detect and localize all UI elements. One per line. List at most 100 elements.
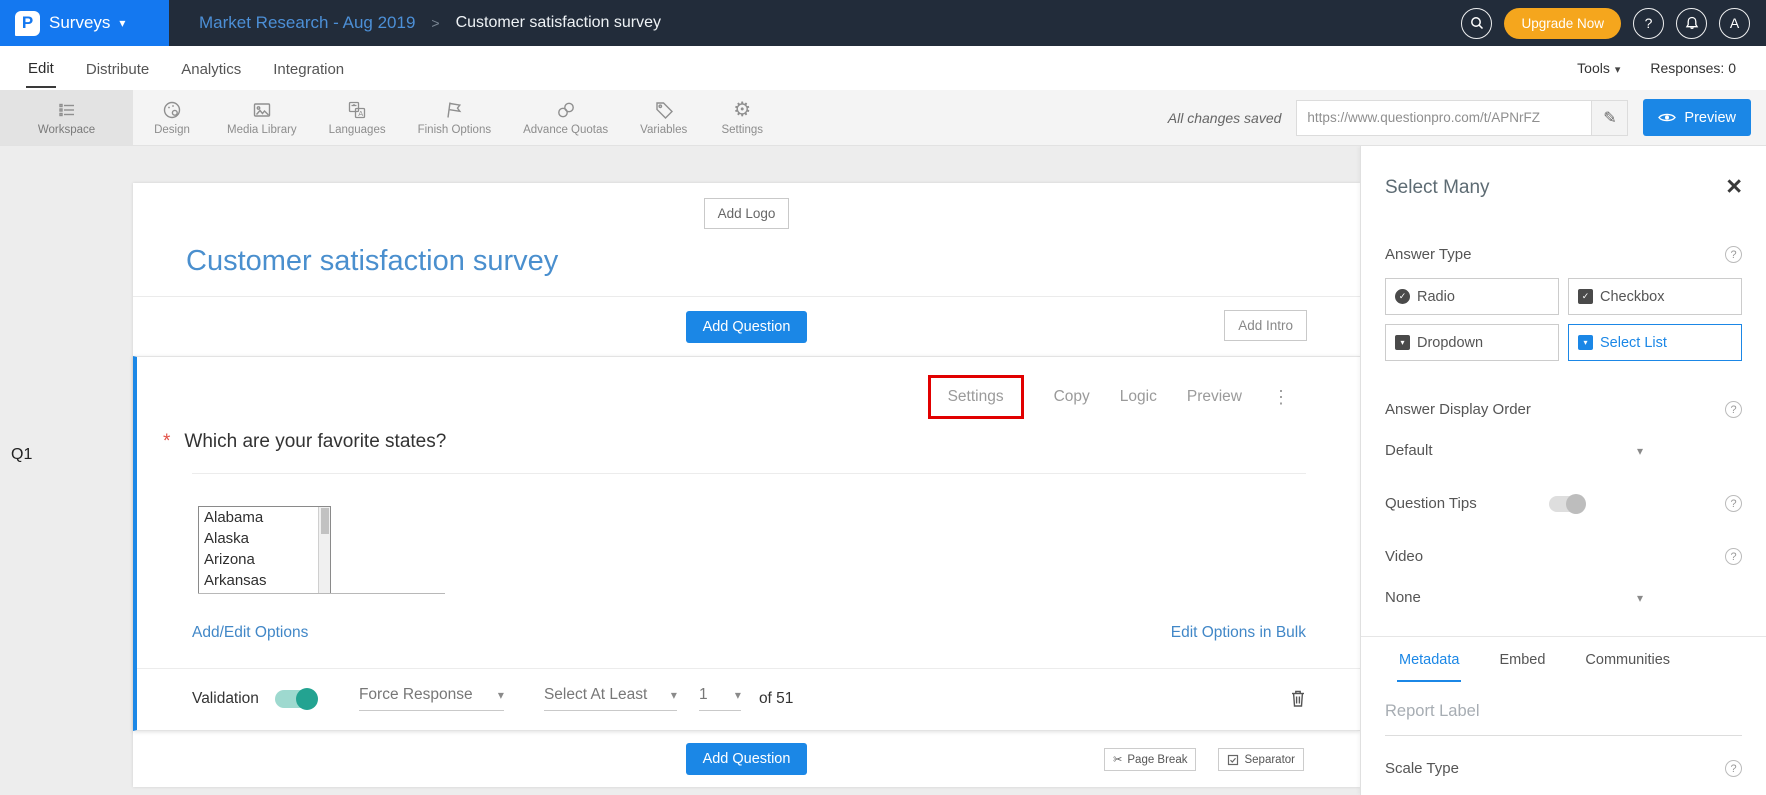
tab-edit[interactable]: Edit xyxy=(26,48,56,88)
validation-count-dropdown[interactable]: 1 xyxy=(699,686,741,711)
video-label: Video xyxy=(1385,548,1423,565)
help-icon[interactable] xyxy=(1725,495,1742,512)
toolbar-item-workspace[interactable]: Workspace xyxy=(0,90,133,145)
help-icon[interactable] xyxy=(1725,760,1742,777)
surveys-menu-button[interactable]: P Surveys xyxy=(0,0,169,46)
main-nav: Edit Distribute Analytics Integration To… xyxy=(0,46,1766,90)
page-break-button[interactable]: Page Break xyxy=(1104,748,1196,771)
question-text[interactable]: Which are your favorite states? xyxy=(184,431,446,453)
tab-communities[interactable]: Communities xyxy=(1583,637,1672,682)
answer-type-radio-button[interactable]: Radio xyxy=(1385,278,1559,315)
breadcrumb-parent-link[interactable]: Market Research - Aug 2019 xyxy=(199,13,415,33)
tab-embed[interactable]: Embed xyxy=(1497,637,1547,682)
scrollbar-thumb[interactable] xyxy=(321,508,329,534)
toolbar-item-variables[interactable]: Variables xyxy=(624,90,703,145)
help-icon[interactable] xyxy=(1725,548,1742,565)
video-dropdown[interactable]: None xyxy=(1385,589,1643,606)
add-logo-button[interactable]: Add Logo xyxy=(704,198,790,229)
question-text-row: * Which are your favorite states? xyxy=(163,431,1360,453)
toolbar-item-label: Workspace xyxy=(38,124,95,136)
list-item[interactable]: Arizona xyxy=(199,549,330,570)
question-copy-action[interactable]: Copy xyxy=(1054,388,1090,406)
answer-display-order-dropdown[interactable]: Default xyxy=(1385,442,1643,459)
report-label-input[interactable] xyxy=(1385,698,1742,736)
help-icon[interactable] xyxy=(1725,246,1742,263)
help-button[interactable]: ? xyxy=(1633,8,1664,39)
bell-icon xyxy=(1684,15,1700,31)
add-question-button[interactable]: Add Question xyxy=(686,311,808,343)
edit-options-bulk-link[interactable]: Edit Options in Bulk xyxy=(1171,624,1306,642)
survey-title[interactable]: Customer satisfaction survey xyxy=(186,245,1360,278)
toolbar-item-languages[interactable]: A Languages xyxy=(313,90,402,145)
listbox-scrollbar[interactable] xyxy=(318,507,330,593)
tab-integration[interactable]: Integration xyxy=(271,49,346,87)
question-number-label: Q1 xyxy=(11,446,32,464)
top-bar: P Surveys Market Research - Aug 2019 > C… xyxy=(0,0,1766,46)
answer-type-option-label: Dropdown xyxy=(1417,335,1483,351)
variables-icon xyxy=(653,99,675,121)
toolbar-right: All changes saved Preview xyxy=(1168,90,1766,145)
validation-row: Validation Force Response Select At Leas… xyxy=(137,669,1360,730)
question-settings-action[interactable]: Settings xyxy=(928,375,1024,419)
delete-question-button[interactable] xyxy=(1290,689,1306,708)
panel-header: Select Many xyxy=(1385,176,1742,200)
more-options-icon[interactable] xyxy=(1272,387,1290,408)
add-intro-button[interactable]: Add Intro xyxy=(1224,310,1307,341)
avatar[interactable]: A xyxy=(1719,8,1750,39)
panel-tabs: Metadata Embed Communities xyxy=(1385,637,1742,682)
toolbar-item-settings[interactable]: ⚙ Settings xyxy=(703,90,781,145)
validation-rule-dropdown[interactable]: Force Response xyxy=(359,686,504,711)
search-icon xyxy=(1469,15,1485,31)
toolbar-item-advance-quotas[interactable]: Advance Quotas xyxy=(507,90,624,145)
add-question-button-bottom[interactable]: Add Question xyxy=(686,743,808,775)
chevron-down-icon xyxy=(1615,60,1621,76)
breadcrumb: Market Research - Aug 2019 > Customer sa… xyxy=(199,13,661,33)
svg-text:A: A xyxy=(358,109,363,118)
validation-condition-dropdown[interactable]: Select At Least xyxy=(544,686,677,711)
card-footer-row: Add Question Page Break Separator xyxy=(133,731,1360,787)
toolbar-item-design[interactable]: Design xyxy=(133,90,211,145)
toolbar-item-finish-options[interactable]: Finish Options xyxy=(402,90,508,145)
question-logic-action[interactable]: Logic xyxy=(1120,388,1157,406)
question-preview-action[interactable]: Preview xyxy=(1187,388,1242,406)
toolbar-item-media-library[interactable]: Media Library xyxy=(211,90,313,145)
answer-type-option-label: Select List xyxy=(1600,335,1667,351)
scale-type-row: Scale Type xyxy=(1385,760,1742,777)
eye-icon xyxy=(1658,112,1676,123)
tools-menu[interactable]: Tools xyxy=(1577,60,1620,76)
list-item[interactable]: Arkansas xyxy=(199,570,330,591)
search-button[interactable] xyxy=(1461,8,1492,39)
preview-button[interactable]: Preview xyxy=(1643,99,1751,136)
list-item[interactable]: Alabama xyxy=(199,507,330,528)
survey-header-section: Add Logo xyxy=(133,183,1360,229)
trash-icon xyxy=(1290,689,1306,708)
preview-label: Preview xyxy=(1684,110,1736,126)
answer-type-dropdown-button[interactable]: Dropdown xyxy=(1385,324,1559,361)
tab-analytics[interactable]: Analytics xyxy=(179,49,243,87)
question-actions: Settings Copy Logic Preview xyxy=(137,357,1360,419)
answer-type-select-list-button[interactable]: Select List xyxy=(1568,324,1742,361)
add-edit-options-link[interactable]: Add/Edit Options xyxy=(192,624,308,642)
toolbar-item-label: Advance Quotas xyxy=(523,124,608,136)
validation-toggle[interactable] xyxy=(275,690,317,708)
answer-listbox[interactable]: Alabama Alaska Arizona Arkansas xyxy=(198,506,331,594)
answer-type-checkbox-button[interactable]: Checkbox xyxy=(1568,278,1742,315)
survey-url-input[interactable] xyxy=(1297,101,1591,135)
validation-of-label: of 51 xyxy=(759,690,793,708)
list-item[interactable]: Alaska xyxy=(199,528,330,549)
edit-url-button[interactable] xyxy=(1591,101,1627,135)
tab-metadata[interactable]: Metadata xyxy=(1397,637,1461,682)
notifications-button[interactable] xyxy=(1676,8,1707,39)
separator-button[interactable]: Separator xyxy=(1218,748,1304,771)
close-icon[interactable] xyxy=(1726,176,1742,200)
help-icon[interactable] xyxy=(1725,401,1742,418)
tab-distribute[interactable]: Distribute xyxy=(84,49,151,87)
validation-condition-value: Select At Least xyxy=(544,686,647,704)
question-tips-toggle[interactable] xyxy=(1549,496,1585,512)
video-value: None xyxy=(1385,589,1421,606)
add-question-row: Add Question Add Intro xyxy=(133,296,1360,356)
validation-rule-value: Force Response xyxy=(359,686,473,704)
validation-count-value: 1 xyxy=(699,686,708,704)
upgrade-now-button[interactable]: Upgrade Now xyxy=(1504,8,1621,39)
breadcrumb-separator: > xyxy=(431,15,439,31)
